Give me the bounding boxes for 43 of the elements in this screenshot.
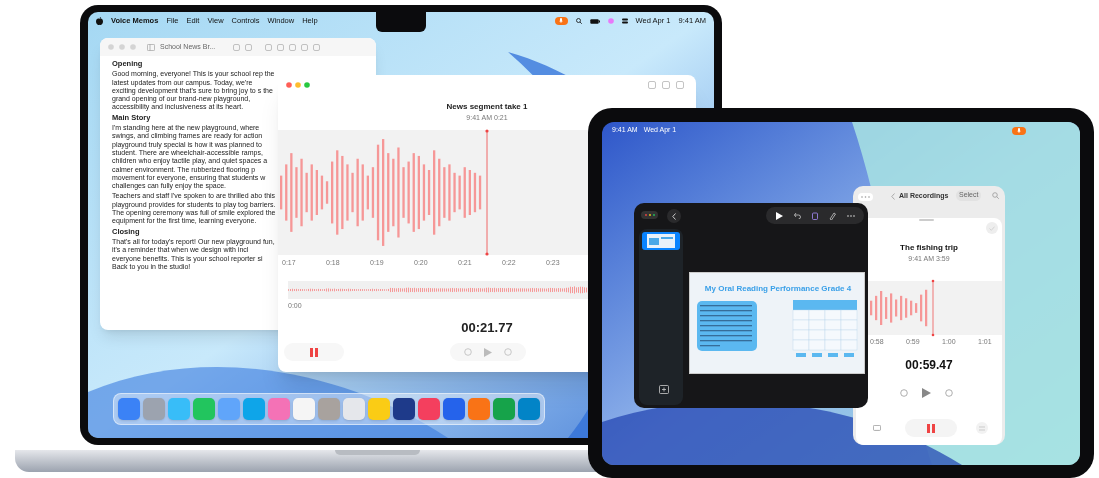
pause-icon [927, 423, 935, 433]
app-icon[interactable] [443, 398, 465, 420]
search-icon[interactable] [992, 192, 999, 199]
slide-thumbnail[interactable] [642, 232, 680, 250]
back-button[interactable] [667, 209, 681, 223]
ellipsis-icon[interactable] [846, 214, 855, 217]
apple-logo-icon [96, 17, 103, 25]
playhead-icon [931, 279, 935, 337]
undo-icon[interactable] [793, 212, 801, 219]
checkmark-icon [989, 225, 995, 231]
add-slide-icon[interactable] [659, 385, 669, 394]
search-icon [575, 18, 582, 24]
slide-title: My Oral Reading Performance Grade 4 [703, 283, 853, 295]
play-icon[interactable] [775, 211, 783, 220]
sliders-icon [979, 425, 985, 431]
control-center-icon [621, 18, 628, 24]
playhead-icon [484, 129, 490, 256]
window-menu-button[interactable] [641, 211, 658, 219]
microphone-indicator[interactable] [554, 17, 568, 25]
back-chevron-icon [672, 212, 676, 220]
slide-thumbnail-drawing [647, 234, 675, 248]
shape-icon[interactable] [811, 211, 818, 220]
app-icon[interactable] [518, 398, 540, 420]
pause-button[interactable] [905, 419, 957, 437]
elapsed-time: 00:59.47 [904, 357, 954, 374]
microphone-icon [1017, 128, 1021, 134]
recording-title: The fishing trip [900, 242, 958, 254]
back-chevron-icon[interactable] [891, 193, 895, 200]
done-button[interactable] [986, 222, 998, 234]
brush-icon[interactable] [828, 211, 836, 220]
options-button[interactable] [976, 422, 988, 434]
app-icon[interactable] [418, 398, 440, 420]
app-icon[interactable] [393, 398, 415, 420]
sidebar-icon[interactable] [147, 43, 155, 51]
elapsed-time: 00:21.77 [460, 319, 514, 337]
microphone-indicator[interactable] [1012, 127, 1026, 135]
camera-notch [376, 12, 426, 32]
battery-icon [589, 18, 600, 24]
pause-button[interactable] [284, 343, 344, 361]
slide-text-box-drawing [697, 301, 757, 351]
microphone-icon [559, 18, 564, 24]
pause-icon [310, 347, 318, 357]
recording-title: News segment take 1 [446, 101, 528, 113]
